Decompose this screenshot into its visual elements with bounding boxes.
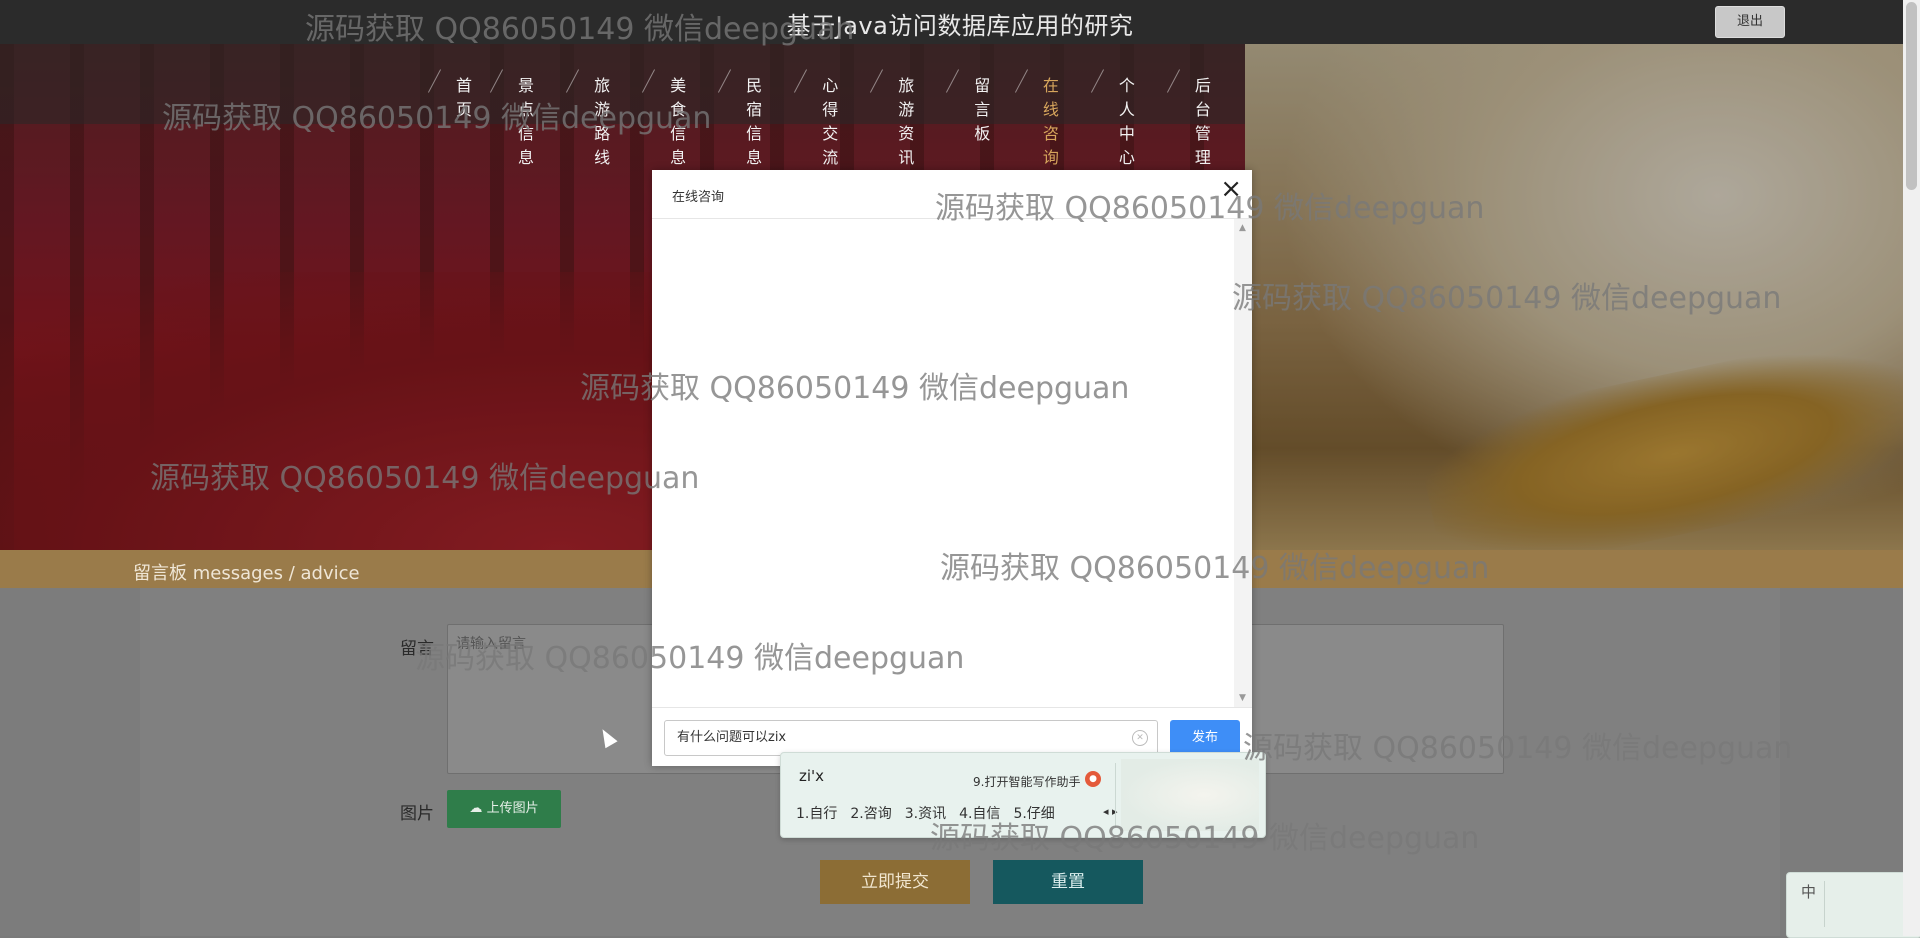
ime-status-bar[interactable]: 中 — [1786, 872, 1920, 938]
nav-item-attractions[interactable]: 景点信息 — [492, 72, 568, 168]
submit-button[interactable]: 立即提交 — [820, 860, 970, 904]
upload-image-button[interactable]: ☁ 上传图片 — [447, 790, 561, 828]
ime-candidate[interactable]: 5.仔细 — [1013, 803, 1054, 823]
ime-status-divider — [1824, 881, 1825, 927]
ime-candidate-window: zi'x 9.打开智能写作助手 ● 1.自行 2.咨询 3.资讯 4.自信 5.… — [780, 752, 1266, 838]
scrollbar-thumb[interactable] — [1906, 2, 1917, 190]
online-consult-modal: 在线咨询 × ▲ ▼ 有什么问题可以zix ✕ 发布 — [652, 170, 1252, 766]
nav-item-routes[interactable]: 旅游路线 — [568, 72, 644, 168]
ime-candidates: 1.自行 2.咨询 3.资讯 4.自信 5.仔细 — [796, 803, 1055, 823]
ime-candidate[interactable]: 1.自行 — [796, 803, 837, 823]
scroll-up-icon[interactable]: ▲ — [1239, 223, 1246, 233]
ime-candidate[interactable]: 4.自信 — [959, 803, 1000, 823]
modal-title: 在线咨询 — [672, 190, 725, 205]
cloud-upload-icon: ☁ — [469, 801, 483, 816]
section-title: 留言板 messages / advice — [133, 563, 360, 584]
nav-item-admin[interactable]: 后台管理 — [1169, 72, 1245, 168]
nav-item-message-board[interactable]: 留言板 — [948, 72, 1017, 168]
site-title: 基于Java访问数据库应用的研究 — [786, 12, 1134, 40]
nav-item-personal-center[interactable]: 个人中心 — [1093, 72, 1169, 168]
scroll-down-icon[interactable]: ▼ — [1239, 693, 1246, 703]
image-label: 图片 — [400, 804, 434, 824]
ime-skin-decoration — [1121, 759, 1259, 831]
main-nav: 首页 景点信息 旅游路线 美食信息 民宿信息 心得交流 旅游资讯 留言板 在线咨… — [0, 44, 1245, 167]
ime-assistant-hint[interactable]: 9.打开智能写作助手 — [973, 773, 1080, 790]
nav-item-online-consult[interactable]: 在线咨询 — [1017, 72, 1093, 168]
assistant-icon[interactable]: ● — [1085, 771, 1101, 787]
nav-items: 首页 景点信息 旅游路线 美食信息 民宿信息 心得交流 旅游资讯 留言板 在线咨… — [430, 72, 1245, 168]
ime-candidate[interactable]: 3.资讯 — [905, 803, 946, 823]
ime-composition: zi'x — [799, 767, 825, 785]
ime-candidate[interactable]: 2.咨询 — [850, 803, 891, 823]
message-label: 留言 — [400, 639, 434, 659]
nav-item-home[interactable]: 首页 — [430, 72, 492, 168]
publish-button[interactable]: 发布 — [1170, 720, 1240, 756]
close-icon[interactable]: × — [1220, 176, 1242, 202]
page-scrollbar[interactable] — [1903, 0, 1920, 936]
upload-label: 上传图片 — [486, 801, 539, 816]
nav-item-experiences[interactable]: 心得交流 — [796, 72, 872, 168]
nav-item-news[interactable]: 旅游资讯 — [872, 72, 948, 168]
chat-messages-area — [652, 219, 1234, 707]
top-bar: 基于Java访问数据库应用的研究 退出 — [0, 0, 1920, 44]
nav-item-homestay[interactable]: 民宿信息 — [720, 72, 796, 168]
modal-header: 在线咨询 × — [652, 170, 1252, 219]
chat-input[interactable]: 有什么问题可以zix — [664, 720, 1158, 756]
clear-input-icon[interactable]: ✕ — [1132, 730, 1148, 746]
nav-item-food[interactable]: 美食信息 — [644, 72, 720, 168]
ime-divider — [1115, 763, 1116, 827]
logout-button[interactable]: 退出 — [1715, 6, 1785, 38]
reset-button[interactable]: 重置 — [993, 860, 1143, 904]
ime-language-indicator[interactable]: 中 — [1801, 881, 1816, 902]
chat-scrollbar[interactable]: ▲ ▼ — [1234, 219, 1252, 707]
